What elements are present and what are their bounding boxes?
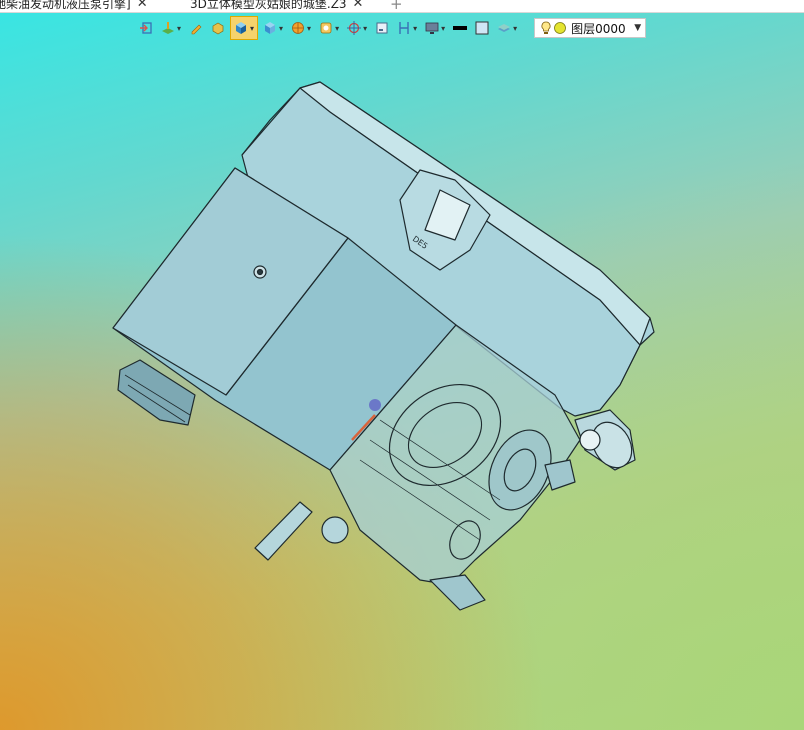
fill-color-button[interactable] [472, 16, 492, 40]
layer-select[interactable]: 图层0000 ▼ [534, 18, 647, 38]
exit-icon [140, 22, 152, 34]
layer-color-icon [554, 22, 567, 34]
filter-icon [320, 22, 332, 34]
snap-button[interactable]: ▾ [344, 16, 370, 40]
pencil-icon [191, 24, 202, 35]
line-color-icon [453, 26, 468, 30]
render-button[interactable]: ▾ [288, 16, 314, 40]
tab-close-icon[interactable]: ✕ [137, 0, 148, 11]
engine-model[interactable]: DE5 [0, 0, 804, 730]
shaded-mode-button[interactable]: ▾ [230, 16, 259, 40]
chevron-down-icon: ▾ [279, 23, 284, 33]
lightbulb-icon [541, 21, 551, 34]
tab-label: 驰柴油发动机液压泵引擎] [0, 0, 131, 11]
tab-label: 3D立体模型灰姑娘的城堡.Z3 [190, 0, 347, 11]
layer-name: 图层0000 [571, 21, 626, 36]
chevron-down-icon: ▾ [513, 23, 518, 33]
chevron-down-icon: ▾ [413, 23, 418, 33]
tab-castle-document[interactable]: 3D立体模型灰姑娘的城堡.Z3 ✕ [190, 0, 363, 12]
frame-icon [376, 22, 388, 34]
tab-close-icon[interactable]: ✕ [353, 0, 364, 11]
chevron-down-icon: ▾ [307, 23, 312, 33]
fill-color-icon [475, 21, 489, 35]
monitor-button[interactable]: ▾ [422, 16, 448, 40]
display-mode-button[interactable]: ▾ [260, 16, 286, 40]
plane-view-icon [162, 22, 174, 34]
render-ball-icon [292, 22, 304, 34]
chevron-down-icon: ▾ [441, 23, 446, 33]
measure-icon [399, 22, 409, 34]
layers-button[interactable]: ▾ [494, 16, 520, 40]
sketch-button[interactable] [186, 16, 206, 40]
document-tab-bar: 驰柴油发动机液压泵引擎] ✕ 3D立体模型灰姑娘的城堡.Z3 ✕ + [0, 0, 804, 13]
tab-active-document[interactable]: 驰柴油发动机液压泵引擎] ✕ [0, 0, 160, 12]
cube-display-icon [265, 22, 276, 34]
3d-viewport[interactable]: 驰柴油发动机液压泵引擎] ✕ 3D立体模型灰姑娘的城堡.Z3 ✕ + ▾ ▾ ▾… [0, 0, 804, 730]
cube-shaded-icon [236, 22, 247, 34]
chevron-down-icon: ▾ [250, 23, 255, 33]
filter-button[interactable]: ▾ [316, 16, 342, 40]
edit-solid-button[interactable] [208, 16, 228, 40]
layers-icon [498, 24, 511, 32]
monitor-icon [425, 22, 439, 34]
plane-view-button[interactable]: ▾ [158, 16, 184, 40]
engine-model-icon: DE5 [112, 81, 655, 611]
line-color-button[interactable] [450, 16, 470, 40]
chevron-down-icon: ▾ [335, 23, 340, 33]
cube-edit-icon [212, 22, 224, 35]
chevron-down-icon: ▼ [634, 23, 642, 33]
chevron-down-icon: ▾ [177, 23, 182, 33]
new-tab-button[interactable]: + [390, 0, 403, 13]
view-toolbar: ▾ ▾ ▾ ▾ ▾ ▾ ▾ ▾ ▾ 图层0000 ▼ [136, 15, 647, 41]
chevron-down-icon: ▾ [363, 23, 368, 33]
frame-button[interactable] [372, 16, 392, 40]
exit-button[interactable] [136, 16, 156, 40]
snap-target-icon [347, 21, 362, 35]
measure-button[interactable]: ▾ [394, 16, 420, 40]
